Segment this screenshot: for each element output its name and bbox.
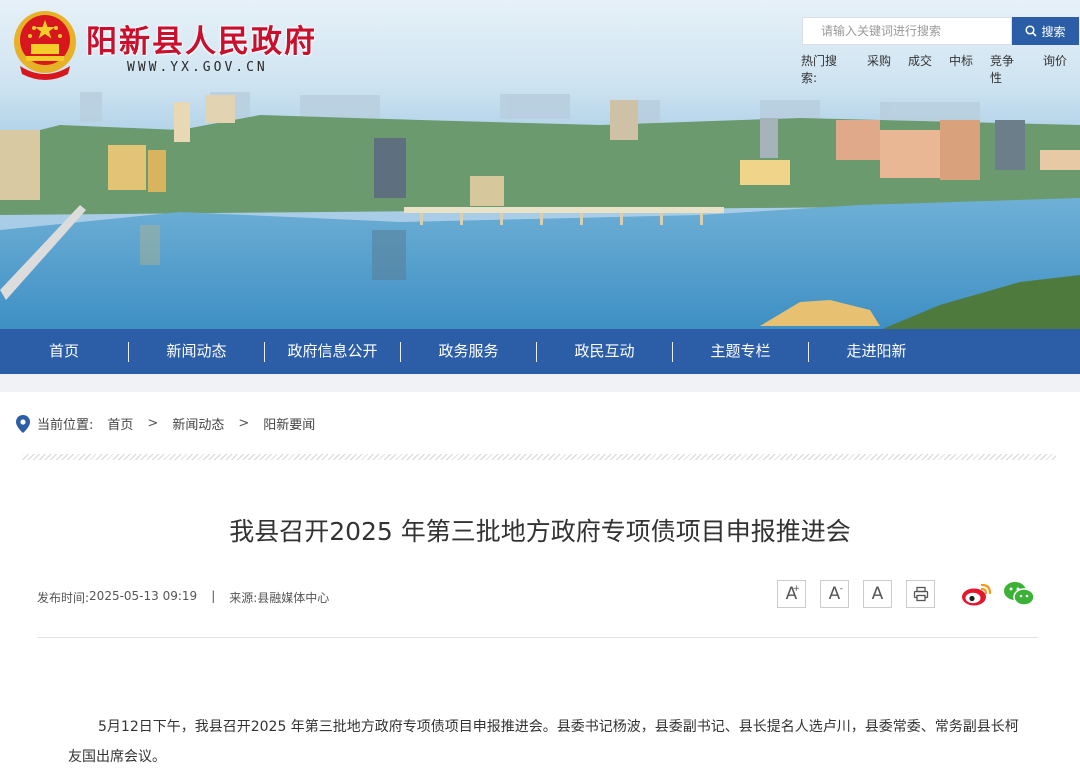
nav-item-news[interactable]: 新闻动态 <box>129 329 264 374</box>
location-pin-icon <box>16 414 30 433</box>
breadcrumb-home[interactable]: 首页 <box>107 414 133 433</box>
wechat-icon[interactable] <box>1003 580 1035 608</box>
header-banner: 阳新县人民政府 WWW.YX.GOV.CN 搜索 热门搜索: 采购 成交 中标 … <box>0 0 1080 330</box>
hot-search-label: 热门搜索: <box>801 54 838 85</box>
breadcrumb-separator: > <box>147 416 159 431</box>
breadcrumb-current[interactable]: 阳新要闻 <box>263 414 315 433</box>
breadcrumb-label: 当前位置: <box>37 418 94 433</box>
search-box: 搜索 <box>802 17 1079 45</box>
hot-term-link[interactable]: 成交 <box>908 52 932 86</box>
article-paragraph: 5月12日下午，我县召开2025 年第三批地方政府专项债项目申报推进会。县委书记… <box>68 719 1019 765</box>
site-title[interactable]: 阳新县人民政府 <box>86 16 317 61</box>
font-default-button[interactable]: A <box>863 580 892 608</box>
article-meta: 发布时间: 2025-05-13 09:19 | 来源: 县融媒体中心 <box>37 589 329 606</box>
print-icon <box>913 586 928 602</box>
hot-term-link[interactable]: 采购 <box>867 52 891 86</box>
nav-item-topics[interactable]: 主题专栏 <box>673 329 808 374</box>
publish-time: 2025-05-13 09:19 <box>89 589 198 603</box>
font-default-label: A <box>871 584 884 604</box>
breadcrumb-news[interactable]: 新闻动态 <box>172 414 224 433</box>
dotted-divider <box>22 454 1056 460</box>
weibo-icon[interactable] <box>961 580 993 608</box>
font-smaller-mark: - <box>839 584 843 594</box>
hot-term-link[interactable]: 中标 <box>949 52 973 86</box>
search-button[interactable]: 搜索 <box>1012 17 1079 45</box>
search-input[interactable] <box>802 17 1012 45</box>
nav-item-services[interactable]: 政务服务 <box>401 329 536 374</box>
print-button[interactable] <box>906 580 935 608</box>
hot-search: 热门搜索: 采购 成交 中标 竞争性 询价 <box>801 52 1080 86</box>
search-icon <box>1025 25 1038 37</box>
publish-label: 发布时间: <box>37 591 90 605</box>
breadcrumb: 当前位置: 首页 > 新闻动态 > 阳新要闻 <box>16 414 329 433</box>
font-smaller-label: A <box>828 584 841 604</box>
breadcrumb-separator: > <box>238 416 250 431</box>
emblem-icon <box>14 11 76 80</box>
nav-item-gov-info[interactable]: 政府信息公开 <box>265 329 400 374</box>
article-tools: A + A - A <box>777 580 1035 608</box>
source-value: 县融媒体中心 <box>257 591 330 605</box>
nav-item-home[interactable]: 首页 <box>0 329 128 374</box>
nav-item-interaction[interactable]: 政民互动 <box>537 329 672 374</box>
font-smaller-button[interactable]: A - <box>820 580 849 608</box>
hot-term-link[interactable]: 询价 <box>1043 52 1067 86</box>
meta-divider: | <box>211 589 216 603</box>
font-larger-button[interactable]: A + <box>777 580 806 608</box>
article-title: 我县召开2025 年第三批地方政府专项债项目申报推进会 <box>229 517 851 546</box>
font-larger-mark: + <box>792 584 800 594</box>
main-nav: 首页 新闻动态 政府信息公开 政务服务 政民互动 主题专栏 走进阳新 <box>0 329 1080 374</box>
content-panel: 当前位置: 首页 > 新闻动态 > 阳新要闻 我县召开2025 年第三批地方政府… <box>0 392 1080 771</box>
search-button-label: 搜索 <box>1041 24 1066 39</box>
hot-term-link[interactable]: 竞争性 <box>990 52 1026 86</box>
site-url: WWW.YX.GOV.CN <box>127 60 268 75</box>
nav-item-about[interactable]: 走进阳新 <box>809 329 944 374</box>
meta-divider-line <box>37 637 1038 638</box>
source-label: 来源: <box>229 591 258 605</box>
